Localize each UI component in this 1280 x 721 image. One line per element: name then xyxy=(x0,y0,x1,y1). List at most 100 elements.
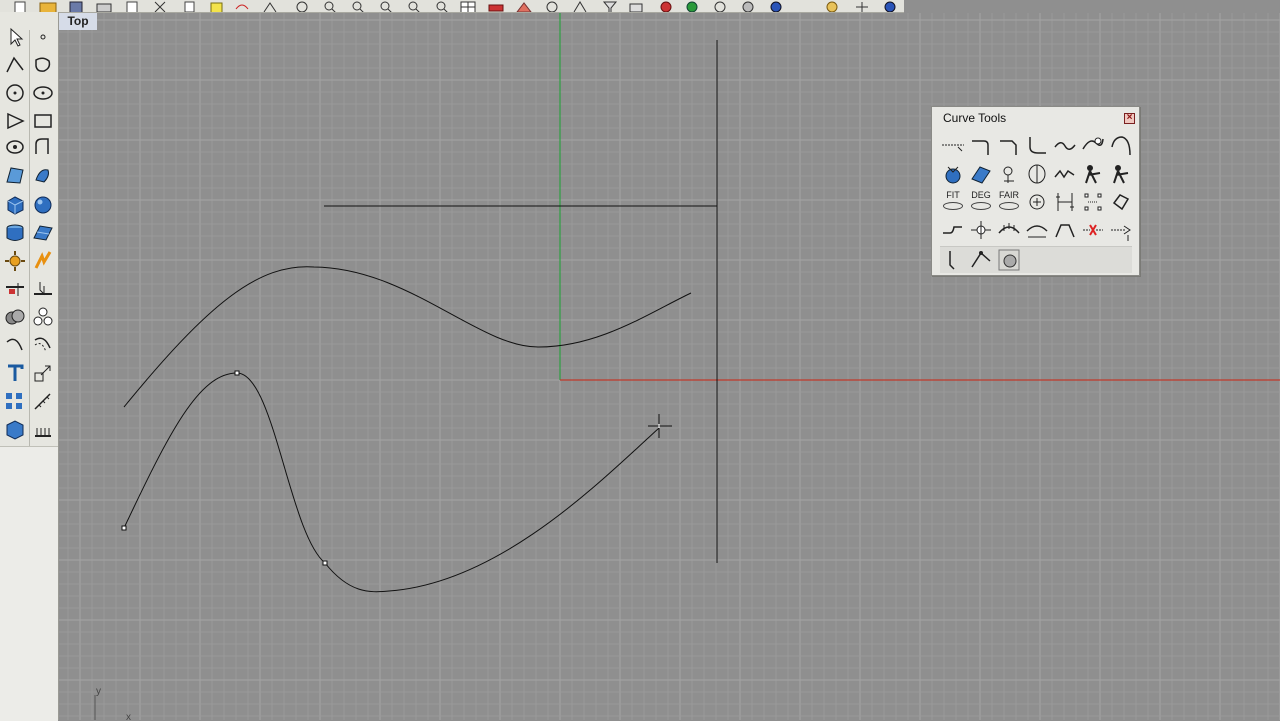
new-file-icon[interactable] xyxy=(10,0,30,12)
join-icon[interactable] xyxy=(30,276,56,302)
properties-icon[interactable] xyxy=(852,0,872,12)
offset-curve-icon[interactable] xyxy=(30,332,56,358)
curve-seam-icon[interactable] xyxy=(1024,161,1050,187)
cplane-icon[interactable] xyxy=(2,416,28,442)
extend-point-icon[interactable] xyxy=(1108,217,1134,243)
surface-from-curves-icon[interactable] xyxy=(2,162,28,188)
dimension-icon[interactable] xyxy=(30,388,56,414)
arc-blend-icon[interactable] xyxy=(1108,133,1134,159)
fillet-corner-icon[interactable] xyxy=(968,133,994,159)
blend-curve-icon[interactable] xyxy=(1024,133,1050,159)
polyline-icon[interactable] xyxy=(2,52,28,78)
zoom-dynamic-icon[interactable] xyxy=(320,0,340,12)
point-on-curve-icon[interactable] xyxy=(968,217,994,243)
curve-material-icon[interactable] xyxy=(996,247,1022,273)
upper-curve[interactable] xyxy=(123,266,692,408)
select-arrow-icon[interactable] xyxy=(2,24,28,50)
paste-icon[interactable] xyxy=(206,0,226,12)
save-icon[interactable] xyxy=(66,0,86,12)
filter-icon[interactable] xyxy=(600,0,620,12)
fillet-curve-icon[interactable] xyxy=(2,332,28,358)
ellipse-icon[interactable] xyxy=(30,80,56,106)
cut-icon[interactable] xyxy=(150,0,170,12)
curve-control-point[interactable] xyxy=(121,525,127,531)
boolean-union-icon[interactable] xyxy=(2,304,28,330)
trim-icon[interactable] xyxy=(2,276,28,302)
loft-icon[interactable] xyxy=(30,162,56,188)
wireframe-icon[interactable] xyxy=(486,0,506,12)
zoom-selected-icon[interactable] xyxy=(404,0,424,12)
fair-curve-button[interactable]: FAIR xyxy=(996,189,1022,215)
zoom-window-icon[interactable] xyxy=(348,0,368,12)
copy-icon[interactable] xyxy=(180,0,200,12)
import-icon[interactable] xyxy=(122,0,142,12)
viewport-title-tab[interactable]: Top xyxy=(59,13,97,30)
explode-icon[interactable] xyxy=(2,248,28,274)
surface-edit-icon[interactable] xyxy=(30,220,56,246)
chamfer-corner-icon[interactable] xyxy=(996,133,1022,159)
group-icon[interactable] xyxy=(30,304,56,330)
four-view-icon[interactable] xyxy=(458,0,478,12)
curve-to-arcs-icon[interactable] xyxy=(1024,189,1050,215)
adjustable-blend-icon[interactable] xyxy=(1052,133,1078,159)
rebuild-curve-icon[interactable] xyxy=(940,161,966,187)
help-icon[interactable] xyxy=(880,0,900,12)
curve-tools-panel[interactable]: Curve Tools × FIT DEG FAIR xyxy=(931,106,1140,276)
extend-curve-icon[interactable] xyxy=(940,133,966,159)
shrink-curve-icon[interactable] xyxy=(1052,217,1078,243)
shaded-icon[interactable] xyxy=(514,0,534,12)
connect-curves-icon[interactable] xyxy=(940,217,966,243)
split-icon[interactable] xyxy=(30,248,56,274)
rectangle-icon[interactable] xyxy=(30,108,56,134)
ruler-grid-icon[interactable] xyxy=(30,416,56,442)
material-icon[interactable] xyxy=(682,0,702,12)
cylinder-icon[interactable] xyxy=(2,220,28,246)
box-icon[interactable] xyxy=(2,192,28,218)
change-degree-button[interactable]: DEG xyxy=(968,189,994,215)
sphere-render-icon[interactable] xyxy=(766,0,786,12)
curve-handles-icon[interactable] xyxy=(968,247,994,273)
delete-points-icon[interactable] xyxy=(1080,217,1106,243)
curve-control-point[interactable] xyxy=(234,370,240,376)
print-icon[interactable] xyxy=(94,0,114,12)
layer-icon[interactable] xyxy=(626,0,646,12)
pan-icon[interactable] xyxy=(260,0,280,12)
divide-curve-icon[interactable] xyxy=(996,217,1022,243)
edit-point-icon[interactable] xyxy=(940,247,966,273)
handle-curve-alt-icon[interactable] xyxy=(1108,161,1134,187)
curve-tools-row-3: FIT DEG FAIR xyxy=(940,189,1132,215)
array-icon[interactable] xyxy=(2,388,28,414)
lights-icon[interactable] xyxy=(738,0,758,12)
close-icon[interactable]: × xyxy=(1124,113,1135,124)
handle-curve-icon[interactable] xyxy=(1080,161,1106,187)
control-points-icon[interactable] xyxy=(1080,189,1106,215)
zoom-extents-icon[interactable] xyxy=(376,0,396,12)
point-cloud-icon[interactable] xyxy=(2,134,28,160)
open-folder-icon[interactable] xyxy=(38,0,58,12)
project-curve-icon[interactable] xyxy=(1024,217,1050,243)
match-curve-icon[interactable] xyxy=(1080,133,1106,159)
sketch-curve-icon[interactable] xyxy=(1052,161,1078,187)
triangle-icon[interactable] xyxy=(2,108,28,134)
zoom-target-icon[interactable] xyxy=(432,0,452,12)
rotate-view-icon[interactable] xyxy=(292,0,312,12)
scale-icon[interactable] xyxy=(30,360,56,386)
arc-icon[interactable] xyxy=(30,134,56,160)
environment-icon[interactable] xyxy=(710,0,730,12)
text-icon[interactable] xyxy=(2,360,28,386)
point-icon[interactable] xyxy=(30,24,56,50)
circle-icon[interactable] xyxy=(2,80,28,106)
extract-isocurve-icon[interactable] xyxy=(996,161,1022,187)
polygon-curve-icon[interactable] xyxy=(1108,189,1134,215)
insert-knot-icon[interactable] xyxy=(1052,189,1078,215)
smooth-curve-icon[interactable] xyxy=(968,161,994,187)
curve-control-point[interactable] xyxy=(322,560,328,566)
undo-icon[interactable] xyxy=(232,0,252,12)
rectangle-points-icon[interactable] xyxy=(30,52,56,78)
grid-icon[interactable] xyxy=(570,0,590,12)
options-gear-icon[interactable] xyxy=(822,0,842,12)
osnap-icon[interactable] xyxy=(542,0,562,12)
render-icon[interactable] xyxy=(656,0,676,12)
sphere-icon[interactable] xyxy=(30,192,56,218)
fit-curve-button[interactable]: FIT xyxy=(940,189,966,215)
